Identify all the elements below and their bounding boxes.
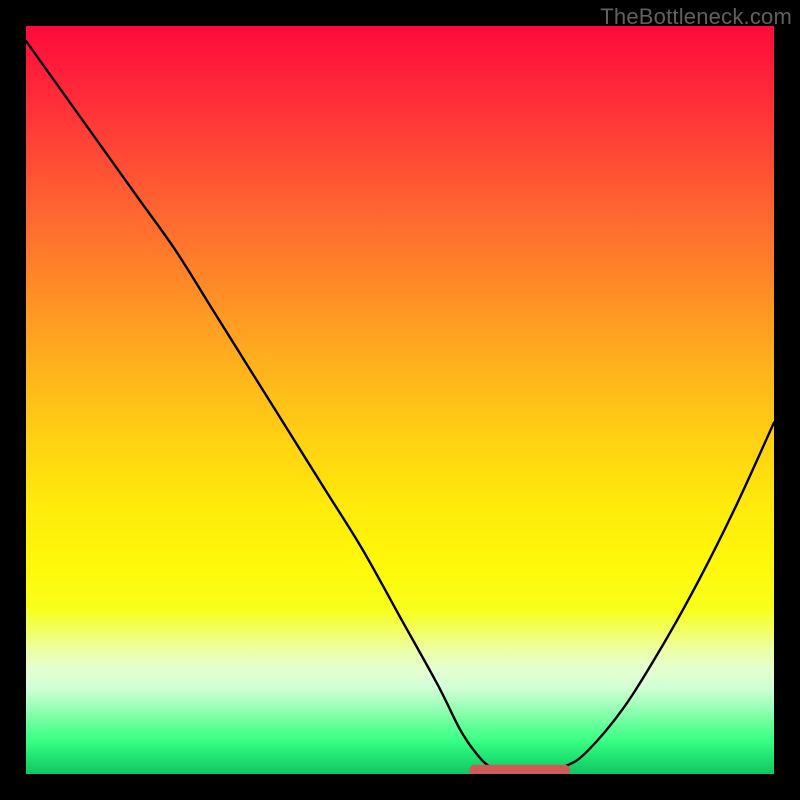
plot-area <box>26 26 774 774</box>
chart-frame: TheBottleneck.com <box>0 0 800 800</box>
bottleneck-curve <box>26 41 774 774</box>
watermark-text: TheBottleneck.com <box>600 4 792 30</box>
curve-layer <box>26 26 774 774</box>
